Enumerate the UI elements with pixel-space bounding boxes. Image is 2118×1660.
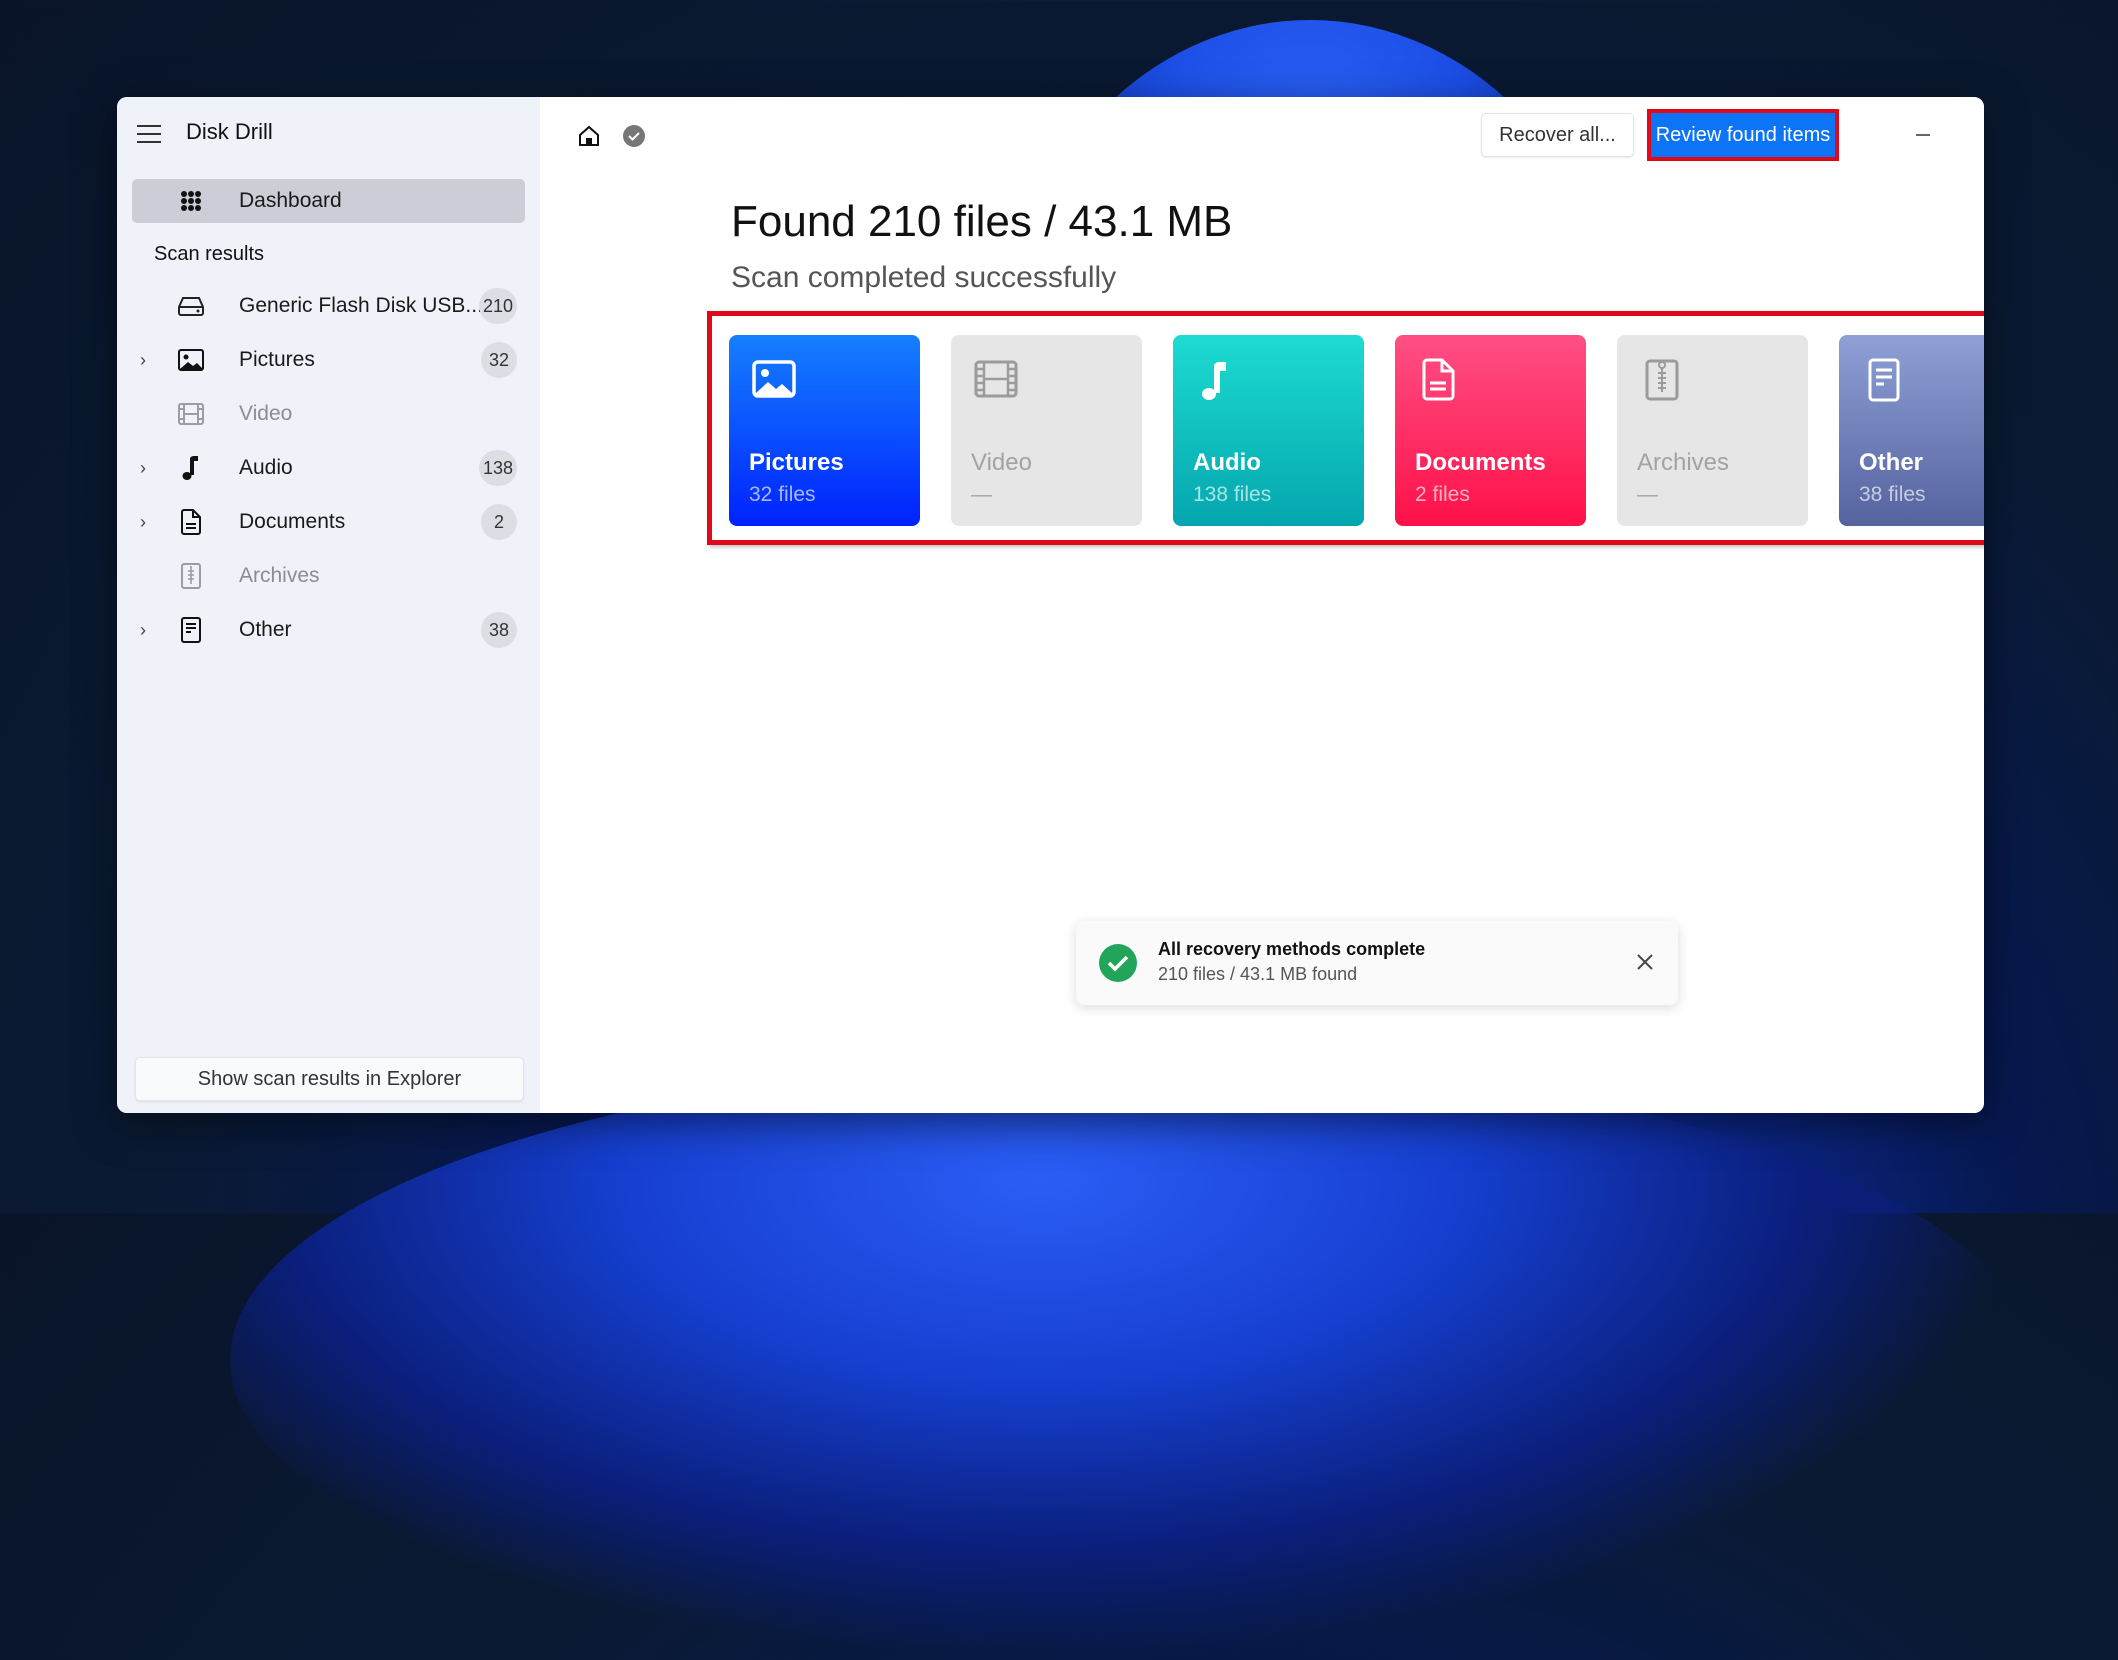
sidebar-item-label: Pictures <box>239 348 315 371</box>
chevron-right-icon[interactable]: › <box>140 512 154 533</box>
sidebar-item-audio[interactable]: › Audio 138 <box>132 446 525 490</box>
archive-zip-icon <box>177 562 205 590</box>
card-title: Audio <box>1193 449 1261 476</box>
hamburger-menu-icon[interactable] <box>137 125 161 145</box>
app-window: Disk Drill Dashboard Scan results Generi… <box>117 97 1984 1113</box>
music-note-icon <box>1202 362 1226 400</box>
card-count: 138 files <box>1193 483 1272 506</box>
document-icon <box>177 508 205 536</box>
card-title: Other <box>1859 449 1924 476</box>
count-badge: 2 <box>481 504 517 540</box>
drive-icon <box>177 292 205 320</box>
card-title: Video <box>971 449 1032 476</box>
card-count: — <box>1637 483 1658 506</box>
category-card-archives[interactable]: Archives — <box>1617 335 1808 526</box>
main-panel: Recover all... Review found items Found … <box>540 97 1984 1113</box>
count-badge: 38 <box>481 612 517 648</box>
card-count: 32 files <box>749 483 816 506</box>
sidebar-item-label: Other <box>239 618 292 641</box>
review-highlight-frame: Review found items <box>1647 109 1839 161</box>
scan-complete-check-icon[interactable] <box>619 121 649 151</box>
card-title: Pictures <box>749 449 844 476</box>
scan-status-subtitle: Scan completed successfully <box>731 261 1117 294</box>
maximize-icon[interactable] <box>1974 117 1984 153</box>
found-summary-title: Found 210 files / 43.1 MB <box>731 197 1233 246</box>
card-title: Archives <box>1637 449 1730 476</box>
show-in-explorer-button[interactable]: Show scan results in Explorer <box>135 1057 524 1101</box>
other-file-icon <box>177 616 205 644</box>
count-badge: 32 <box>481 342 517 378</box>
sidebar-item-archives[interactable]: Archives <box>132 554 525 598</box>
chevron-right-icon[interactable]: › <box>140 458 154 479</box>
sidebar-item-label: Documents <box>239 510 346 533</box>
home-icon[interactable] <box>574 121 604 151</box>
picture-icon <box>752 360 796 398</box>
app-title: Disk Drill <box>186 119 273 144</box>
document-icon <box>1422 358 1455 401</box>
category-card-other[interactable]: Other 38 files <box>1839 335 1984 526</box>
wallpaper-bloom <box>230 1060 2030 1660</box>
card-count: — <box>971 483 992 506</box>
recover-all-button[interactable]: Recover all... <box>1481 113 1634 157</box>
category-card-pictures[interactable]: Pictures 32 files <box>729 335 920 526</box>
chevron-right-icon[interactable]: › <box>140 350 154 371</box>
sidebar-item-pictures[interactable]: › Pictures 32 <box>132 338 525 382</box>
sidebar-item-label: Audio <box>239 456 293 479</box>
card-count: 2 files <box>1415 483 1470 506</box>
sidebar: Disk Drill Dashboard Scan results Generi… <box>117 97 540 1113</box>
sidebar-item-label: Archives <box>239 564 320 587</box>
sidebar-item-other[interactable]: › Other 38 <box>132 608 525 652</box>
film-icon <box>177 400 205 428</box>
category-card-documents[interactable]: Documents 2 files <box>1395 335 1586 526</box>
music-note-icon <box>177 454 205 482</box>
count-badge: 210 <box>478 288 517 324</box>
scan-results-heading: Scan results <box>154 243 265 265</box>
archive-zip-icon <box>1645 359 1679 401</box>
sidebar-item-label: Dashboard <box>239 189 342 212</box>
grid-icon <box>177 187 205 215</box>
film-icon <box>974 360 1018 398</box>
completion-toast: All recovery methods complete 210 files … <box>1076 921 1678 1005</box>
other-file-icon <box>1868 358 1900 402</box>
picture-icon <box>177 346 205 374</box>
sidebar-item-documents[interactable]: › Documents 2 <box>132 500 525 544</box>
sidebar-item-drive[interactable]: Generic Flash Disk USB... 210 <box>132 284 525 328</box>
success-check-icon <box>1099 944 1137 982</box>
category-card-video[interactable]: Video — <box>951 335 1142 526</box>
minimize-icon[interactable] <box>1903 117 1943 153</box>
sidebar-item-video[interactable]: Video <box>132 392 525 436</box>
card-count: 38 files <box>1859 483 1926 506</box>
card-title: Documents <box>1415 449 1546 476</box>
sidebar-item-dashboard[interactable]: Dashboard <box>132 179 525 223</box>
toast-message: 210 files / 43.1 MB found <box>1158 964 1358 984</box>
review-found-items-button[interactable]: Review found items <box>1651 113 1835 157</box>
count-badge: 138 <box>478 450 517 486</box>
chevron-right-icon[interactable]: › <box>140 620 154 641</box>
toast-title: All recovery methods complete <box>1158 939 1426 959</box>
category-card-audio[interactable]: Audio 138 files <box>1173 335 1364 526</box>
sidebar-item-label: Generic Flash Disk USB... <box>239 294 483 317</box>
close-icon[interactable] <box>1630 947 1660 977</box>
sidebar-item-label: Video <box>239 402 293 425</box>
